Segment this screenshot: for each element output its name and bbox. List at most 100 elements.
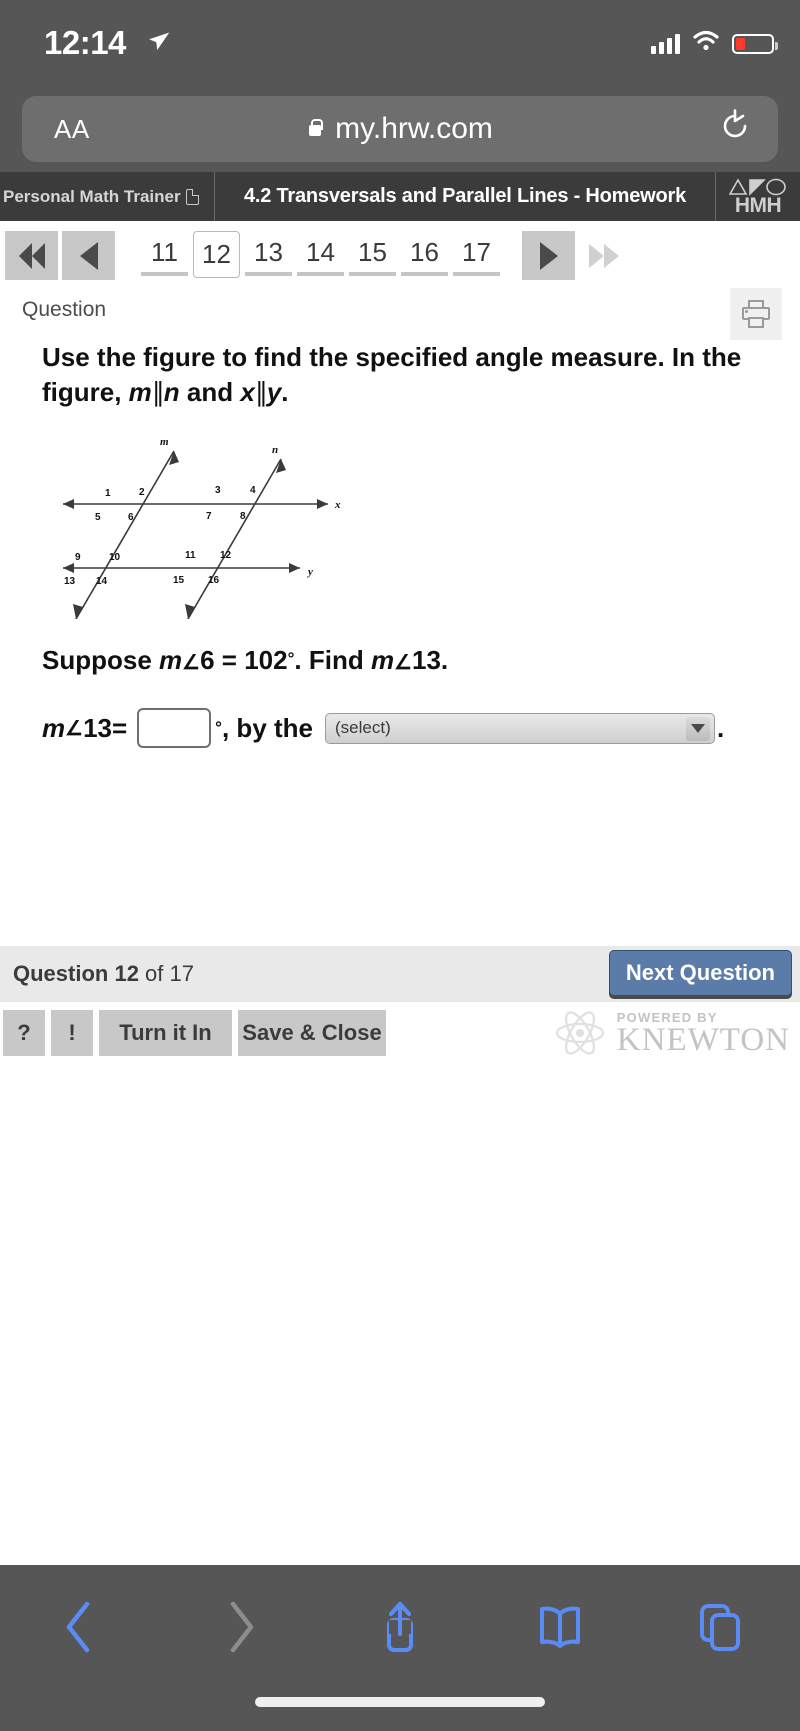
svg-text:14: 14 [96, 576, 108, 587]
stem-and: and [179, 376, 241, 407]
suppose-line: Suppose m∠6 = 102°. Find m∠13. [42, 645, 800, 676]
stem-line-2-prefix: figure, [42, 376, 129, 407]
stem-var-m: m [128, 376, 152, 407]
parallel-symbol-2: ∥ [254, 376, 268, 407]
url-display[interactable]: my.hrw.com [22, 112, 778, 146]
counter-of: of [138, 961, 170, 986]
url-field[interactable]: AA my.hrw.com [22, 96, 778, 162]
find-period: . [440, 645, 449, 676]
chevron-down-icon[interactable] [686, 716, 710, 741]
suppose-prefix: Suppose [42, 645, 160, 676]
counter-total: 17 [169, 961, 194, 986]
svg-text:6: 6 [128, 512, 134, 523]
answer-angle-symbol: ∠ [65, 717, 84, 740]
url-text: my.hrw.com [335, 112, 493, 145]
reason-select[interactable]: (select) [325, 712, 715, 744]
stem-var-n: n [163, 376, 180, 407]
cellular-signal-icon [651, 33, 680, 54]
svg-text:8: 8 [240, 511, 246, 522]
status-indicators [651, 30, 778, 57]
share-icon [387, 1602, 413, 1652]
atom-icon [553, 1008, 607, 1058]
svg-text:7: 7 [206, 511, 212, 522]
page-button-11[interactable]: 11 [141, 233, 188, 276]
location-arrow-icon [145, 28, 171, 59]
suppose-var-m: m [159, 645, 183, 676]
svg-text:x: x [334, 499, 341, 511]
suppose-value: 102 [244, 645, 288, 676]
document-icon [185, 188, 199, 205]
svg-text:y: y [306, 566, 313, 578]
double-chevron-right-icon-2 [604, 243, 619, 268]
last-page-button[interactable] [589, 243, 619, 268]
chevron-right-icon [230, 1601, 254, 1653]
toolbar-row [0, 1587, 800, 1667]
home-indicator [255, 1697, 545, 1707]
status-time: 12:14 [44, 24, 126, 61]
chevron-left-icon [66, 1601, 90, 1653]
counter-current: 12 [114, 961, 139, 986]
alert-button[interactable]: ! [51, 1010, 93, 1056]
page-button-17[interactable]: 17 [453, 233, 500, 276]
next-page-button[interactable] [522, 231, 575, 280]
by-the-label: , by the [221, 712, 313, 743]
angle-symbol-1: ∠ [182, 652, 201, 675]
next-question-button[interactable]: Next Question [608, 950, 792, 996]
stem-var-x: x [240, 376, 255, 407]
reload-icon[interactable] [718, 109, 752, 149]
chevron-left-icon [79, 241, 98, 270]
answer-equals: = [111, 712, 128, 743]
hmh-logo-word: HMH [734, 194, 782, 217]
counter-prefix: Question [13, 961, 115, 986]
lock-icon [307, 119, 324, 139]
stem-var-y: y [266, 376, 282, 407]
reason-select-value: (select) [335, 718, 391, 738]
question-status-bar: Question 12 of 17 Next Question [0, 946, 800, 1002]
question-body: Use the figure to find the specified ang… [0, 340, 800, 749]
book-icon [540, 1606, 580, 1648]
question-label-row: Question [0, 288, 800, 340]
print-button[interactable] [730, 288, 782, 340]
find-var-m: m [370, 645, 395, 676]
answer-input[interactable] [137, 708, 212, 749]
first-page-button[interactable] [5, 231, 58, 280]
back-button[interactable] [0, 1596, 160, 1658]
share-button[interactable] [320, 1596, 480, 1658]
page-button-16[interactable]: 16 [401, 233, 448, 276]
suppose-find: . Find [294, 645, 371, 676]
printer-icon [742, 300, 770, 328]
answer-label-m: m [42, 712, 66, 743]
find-angle-num: 13 [412, 645, 441, 676]
svg-text:9: 9 [75, 552, 81, 563]
suppose-equals: = [214, 645, 245, 676]
forward-button[interactable] [160, 1596, 320, 1658]
battery-low-icon [732, 33, 778, 54]
page-button-13[interactable]: 13 [245, 233, 292, 276]
save-close-button[interactable]: Save & Close [238, 1010, 386, 1056]
page-button-15[interactable]: 15 [349, 233, 396, 276]
app-header: Personal Math Trainer 4.2 Transversals a… [0, 172, 800, 221]
svg-text:11: 11 [185, 550, 196, 561]
pagination-bar: 11 12 13 14 15 16 17 [0, 221, 800, 290]
stem-line-1: Use the figure to find the specified ang… [42, 342, 742, 372]
hmh-logo-icon: HMH [715, 172, 800, 221]
suppose-angle-num: 6 [200, 645, 215, 676]
help-button[interactable]: ? [3, 1010, 45, 1056]
ios-status-bar: 12:14 [0, 0, 800, 88]
svg-text:3: 3 [215, 485, 221, 496]
page-button-12[interactable]: 12 [193, 231, 240, 278]
brand-area[interactable]: Personal Math Trainer [0, 172, 215, 221]
svg-text:m: m [160, 436, 169, 448]
trailing-period: . [717, 712, 725, 743]
page-number-list: 11 12 13 14 15 16 17 [141, 231, 500, 280]
turn-it-in-button[interactable]: Turn it In [99, 1010, 232, 1056]
svg-text:n: n [272, 444, 278, 456]
bookmarks-button[interactable] [480, 1596, 640, 1658]
geometry-figure: m n x y 1 2 3 4 5 6 7 8 9 10 11 12 13 14… [28, 429, 368, 620]
prev-page-button[interactable] [62, 231, 115, 280]
tabs-button[interactable] [640, 1596, 800, 1658]
safari-url-bar: AA my.hrw.com [0, 88, 800, 172]
page-button-14[interactable]: 14 [297, 233, 344, 276]
wifi-icon [692, 30, 720, 57]
svg-text:1: 1 [105, 488, 111, 499]
